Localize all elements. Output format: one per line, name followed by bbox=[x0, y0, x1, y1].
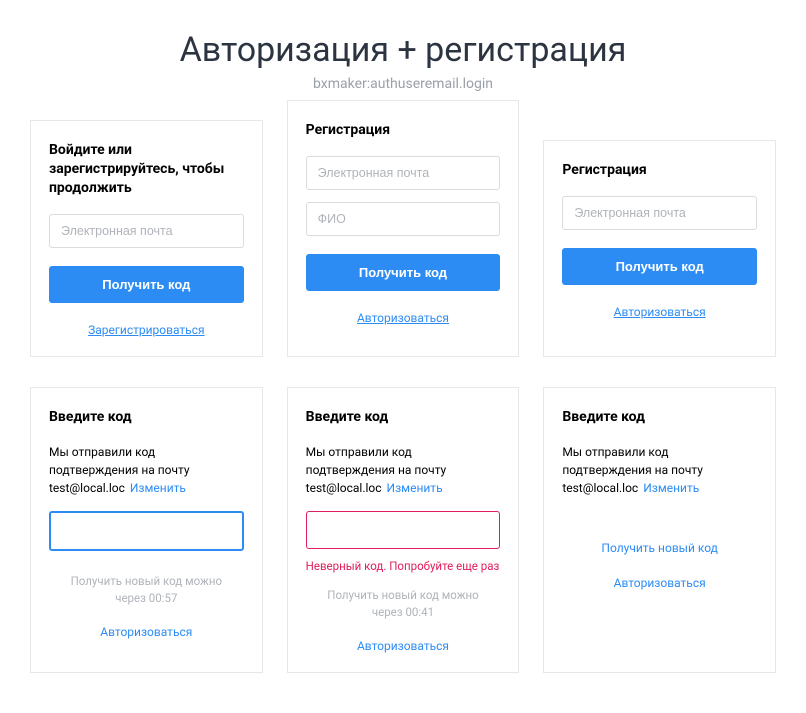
authorize-link[interactable]: Авторизоваться bbox=[357, 639, 449, 653]
code-description: Мы отправили код подтверждения на почту … bbox=[562, 443, 757, 497]
register-simple-card: Регистрация Получить код Авторизоваться bbox=[543, 140, 776, 357]
get-code-button[interactable]: Получить код bbox=[562, 248, 757, 285]
code-entry-card: Введите код Мы отправили код подтвержден… bbox=[30, 387, 263, 673]
code-field[interactable] bbox=[49, 511, 244, 551]
email-field[interactable] bbox=[49, 214, 244, 248]
get-code-button[interactable]: Получить код bbox=[306, 254, 501, 291]
desc-prefix: Мы отправили код подтверждения на почту bbox=[562, 445, 703, 477]
desc-email: test@local.loc bbox=[49, 481, 125, 495]
login-card-title: Войдите или зарегистрируйтесь, чтобы про… bbox=[49, 141, 244, 198]
code-card-title: Введите код bbox=[562, 408, 757, 427]
timer-line2: через 00:41 bbox=[372, 605, 434, 619]
timer-line1: Получить новый код можно bbox=[71, 574, 222, 588]
get-code-button[interactable]: Получить код bbox=[49, 266, 244, 303]
register-link[interactable]: Зарегистрироваться bbox=[88, 323, 204, 337]
email-field[interactable] bbox=[306, 156, 501, 190]
error-message: Неверный код. Попробуйте еще раз bbox=[306, 559, 501, 573]
code-description: Мы отправили код подтверждения на почту … bbox=[306, 443, 501, 497]
login-card: Войдите или зарегистрируйтесь, чтобы про… bbox=[30, 120, 263, 357]
desc-email: test@local.loc bbox=[306, 481, 382, 495]
code-entry-resend-card: Введите код Мы отправили код подтвержден… bbox=[543, 387, 776, 673]
register-full-card: Регистрация Получить код Авторизоваться bbox=[287, 100, 520, 357]
code-entry-error-card: Введите код Мы отправили код подтвержден… bbox=[287, 387, 520, 673]
resend-timer: Получить новый код можно через 00:41 bbox=[306, 587, 501, 622]
resend-code-link[interactable]: Получить новый код bbox=[601, 541, 718, 555]
code-description: Мы отправили код подтверждения на почту … bbox=[49, 443, 244, 497]
code-card-title: Введите код bbox=[49, 408, 244, 427]
register-card-title: Регистрация bbox=[562, 161, 757, 180]
change-email-link[interactable]: Изменить bbox=[387, 481, 443, 495]
authorize-link[interactable]: Авторизоваться bbox=[100, 625, 192, 639]
page-subtitle: bxmaker:authuseremail.login bbox=[0, 76, 806, 92]
register-card-title: Регистрация bbox=[306, 121, 501, 140]
email-field[interactable] bbox=[562, 196, 757, 230]
authorize-link[interactable]: Авторизоваться bbox=[614, 305, 706, 319]
page-title: Авторизация + регистрация bbox=[0, 30, 806, 70]
timer-line2: через 00:57 bbox=[115, 591, 177, 605]
authorize-link[interactable]: Авторизоваться bbox=[614, 576, 706, 590]
change-email-link[interactable]: Изменить bbox=[130, 481, 186, 495]
code-field[interactable] bbox=[306, 511, 501, 549]
timer-line1: Получить новый код можно bbox=[327, 588, 478, 602]
desc-email: test@local.loc bbox=[562, 481, 638, 495]
resend-timer: Получить новый код можно через 00:57 bbox=[49, 573, 244, 608]
desc-prefix: Мы отправили код подтверждения на почту bbox=[306, 445, 447, 477]
desc-prefix: Мы отправили код подтверждения на почту bbox=[49, 445, 190, 477]
code-card-title: Введите код bbox=[306, 408, 501, 427]
fio-field[interactable] bbox=[306, 202, 501, 236]
authorize-link[interactable]: Авторизоваться bbox=[357, 311, 449, 325]
change-email-link[interactable]: Изменить bbox=[643, 481, 699, 495]
